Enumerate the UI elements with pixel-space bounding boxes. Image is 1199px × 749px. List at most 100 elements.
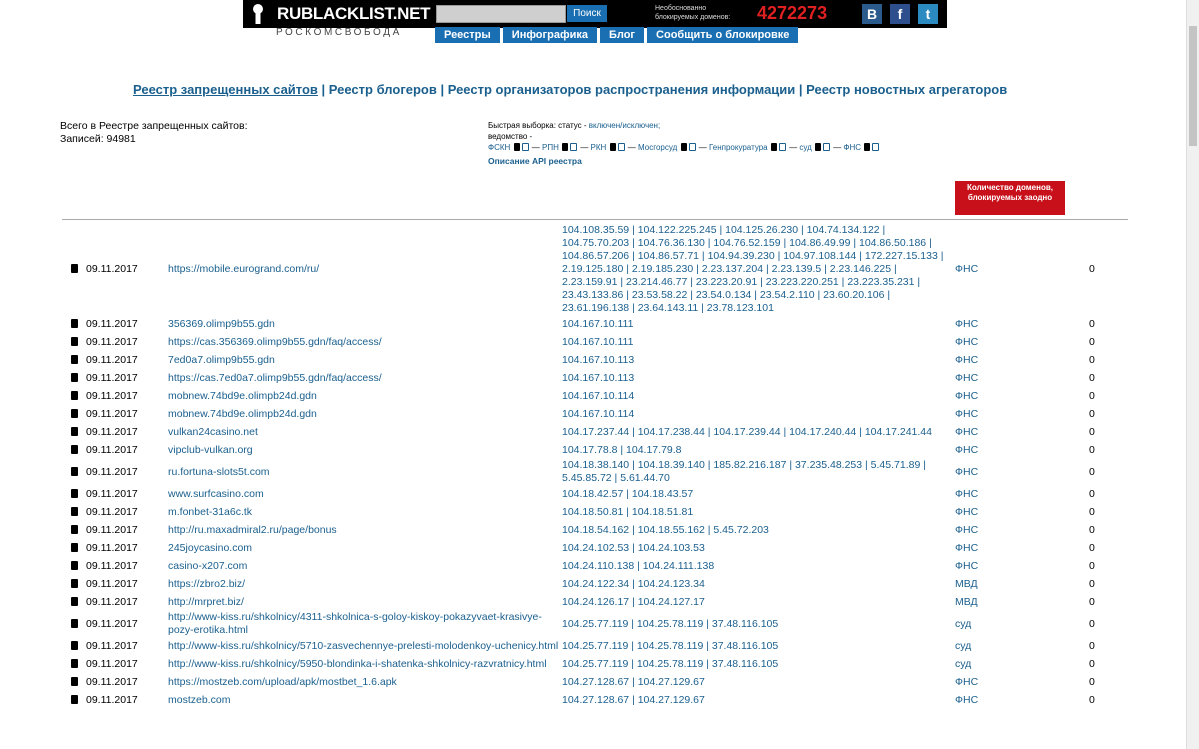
- row-authority[interactable]: ФНС: [955, 390, 978, 402]
- row-ip-list[interactable]: 104.18.50.81 | 104.18.51.81: [562, 506, 693, 518]
- row-ip-list[interactable]: 104.167.10.113: [562, 354, 634, 366]
- row-ip-list[interactable]: 104.167.10.111: [562, 318, 633, 330]
- dept-rkn[interactable]: РКН: [591, 143, 607, 152]
- row-ip-list[interactable]: 104.24.126.17 | 104.24.127.17: [562, 596, 705, 608]
- row-url-link[interactable]: https://mobile.eurogrand.com/ru/: [168, 263, 319, 275]
- scrollbar-thumb[interactable]: [1189, 26, 1197, 146]
- link-banned-sites[interactable]: Реестр запрещенных сайтов: [133, 82, 318, 97]
- search-button[interactable]: Поиск: [567, 5, 607, 22]
- row-url-link[interactable]: https://zbro2.biz/: [168, 578, 245, 590]
- row-ip-list[interactable]: 104.167.10.111: [562, 336, 633, 348]
- row-authority[interactable]: ФНС: [955, 488, 978, 500]
- lock-icon[interactable]: [680, 143, 687, 151]
- dept-mosgorsud[interactable]: Мосгорсуд: [638, 143, 677, 152]
- row-authority[interactable]: ФНС: [955, 694, 978, 706]
- site-logo[interactable]: RUBLACKLIST.NET: [277, 4, 431, 24]
- row-url-link[interactable]: 7ed0a7.olimp9b55.gdn: [168, 354, 275, 366]
- row-authority[interactable]: МВД: [955, 596, 978, 608]
- row-url-link[interactable]: mobnew.74bd9e.olimpb24d.gdn: [168, 408, 317, 420]
- lock-icon[interactable]: [609, 143, 616, 151]
- dept-rpn[interactable]: РПН: [542, 143, 559, 152]
- row-authority[interactable]: суд: [955, 618, 971, 630]
- row-ip-list[interactable]: 104.24.122.34 | 104.24.123.34: [562, 578, 705, 590]
- row-url-link[interactable]: m.fonbet-31a6c.tk: [168, 506, 252, 518]
- row-authority[interactable]: ФНС: [955, 336, 978, 348]
- row-authority[interactable]: МВД: [955, 578, 978, 590]
- row-url-link[interactable]: http://www-kiss.ru/shkolnicy/4311-shkoln…: [168, 611, 542, 636]
- api-description-link[interactable]: Описание API реестра: [488, 156, 582, 166]
- row-ip-list[interactable]: 104.24.102.53 | 104.24.103.53: [562, 542, 705, 554]
- row-authority[interactable]: ФНС: [955, 542, 978, 554]
- lock-icon[interactable]: [513, 143, 520, 151]
- row-url-link[interactable]: http://mrpret.biz/: [168, 596, 244, 608]
- row-url-link[interactable]: 245joycasino.com: [168, 542, 252, 554]
- vk-icon[interactable]: B: [862, 4, 882, 24]
- row-ip-list[interactable]: 104.27.128.67 | 104.27.129.67: [562, 694, 705, 706]
- dept-fskn[interactable]: ФСКН: [488, 143, 510, 152]
- row-url-link[interactable]: www.surfcasino.com: [168, 488, 264, 500]
- row-authority[interactable]: ФНС: [955, 506, 978, 518]
- row-authority[interactable]: ФНС: [955, 372, 978, 384]
- row-ip-list[interactable]: 104.25.77.119 | 104.25.78.119 | 37.48.11…: [562, 618, 778, 630]
- row-url-link[interactable]: http://ru.maxadmiral2.ru/page/bonus: [168, 524, 337, 536]
- row-ip-list[interactable]: 104.24.110.138 | 104.24.111.138: [562, 560, 714, 572]
- row-url-link[interactable]: https://mostzeb.com/upload/apk/mostbet_1…: [168, 676, 397, 688]
- row-ip-list[interactable]: 104.18.54.162 | 104.18.55.162 | 5.45.72.…: [562, 524, 769, 536]
- row-ip-list[interactable]: 104.167.10.114: [562, 408, 634, 420]
- row-authority[interactable]: ФНС: [955, 466, 978, 478]
- row-authority[interactable]: ФНС: [955, 560, 978, 572]
- row-url-link[interactable]: 356369.olimp9b55.gdn: [168, 318, 275, 330]
- row-url-link[interactable]: https://cas.7ed0a7.olimp9b55.gdn/faq/acc…: [168, 372, 382, 384]
- row-authority[interactable]: суд: [955, 658, 971, 670]
- row-url-link[interactable]: vulkan24casino.net: [168, 426, 258, 438]
- unlock-icon[interactable]: [778, 143, 786, 151]
- link-organizers[interactable]: Реестр организаторов распространения инф…: [448, 82, 796, 97]
- nav-report-blocking[interactable]: Сообщить о блокировке: [647, 27, 799, 43]
- row-ip-list[interactable]: 104.167.10.113: [562, 372, 634, 384]
- facebook-icon[interactable]: f: [890, 4, 910, 24]
- row-authority[interactable]: ФНС: [955, 408, 978, 420]
- dept-sud[interactable]: суд: [799, 143, 811, 152]
- row-ip-list[interactable]: 104.25.77.119 | 104.25.78.119 | 37.48.11…: [562, 640, 778, 652]
- row-authority[interactable]: суд: [955, 640, 971, 652]
- dept-fns[interactable]: ФНС: [843, 143, 861, 152]
- row-url-link[interactable]: https://cas.356369.olimp9b55.gdn/faq/acc…: [168, 336, 382, 348]
- nav-blog[interactable]: Блог: [599, 27, 645, 43]
- lock-icon[interactable]: [562, 143, 569, 151]
- nav-registries[interactable]: Реестры: [435, 27, 500, 43]
- row-authority[interactable]: ФНС: [955, 263, 978, 275]
- row-ip-list[interactable]: 104.17.78.8 | 104.17.79.8: [562, 444, 682, 456]
- row-ip-list[interactable]: 104.108.35.59 | 104.122.225.245 | 104.12…: [562, 224, 943, 314]
- twitter-icon[interactable]: t: [918, 4, 938, 24]
- row-ip-list[interactable]: 104.18.42.57 | 104.18.43.57: [562, 488, 693, 500]
- scrollbar[interactable]: [1186, 0, 1199, 749]
- unlock-icon[interactable]: [617, 143, 625, 151]
- lock-icon[interactable]: [864, 143, 871, 151]
- link-bloggers[interactable]: Реестр блогеров: [329, 82, 437, 97]
- row-url-link[interactable]: ru.fortuna-slots5t.com: [168, 466, 270, 478]
- row-url-link[interactable]: casino-x207.com: [168, 560, 247, 572]
- search-input[interactable]: [436, 5, 566, 23]
- row-ip-list[interactable]: 104.18.38.140 | 104.18.39.140 | 185.82.2…: [562, 459, 926, 484]
- unlock-icon[interactable]: [688, 143, 696, 151]
- row-ip-list[interactable]: 104.25.77.119 | 104.25.78.119 | 37.48.11…: [562, 658, 778, 670]
- unlock-icon[interactable]: [872, 143, 880, 151]
- row-authority[interactable]: ФНС: [955, 426, 978, 438]
- unlock-icon[interactable]: [822, 143, 830, 151]
- row-ip-list[interactable]: 104.167.10.114: [562, 390, 634, 402]
- status-filter-link[interactable]: включен/исключен;: [589, 121, 660, 130]
- row-ip-list[interactable]: 104.27.128.67 | 104.27.129.67: [562, 676, 705, 688]
- row-url-link[interactable]: http://www-kiss.ru/shkolnicy/5950-blondi…: [168, 658, 547, 670]
- nav-infographics[interactable]: Инфографика: [502, 27, 597, 43]
- unlock-icon[interactable]: [570, 143, 578, 151]
- lock-icon[interactable]: [814, 143, 821, 151]
- row-authority[interactable]: ФНС: [955, 444, 978, 456]
- row-url-link[interactable]: mobnew.74bd9e.olimpb24d.gdn: [168, 390, 317, 402]
- row-ip-list[interactable]: 104.17.237.44 | 104.17.238.44 | 104.17.2…: [562, 426, 932, 438]
- row-url-link[interactable]: vipclub-vulkan.org: [168, 444, 253, 456]
- row-authority[interactable]: ФНС: [955, 676, 978, 688]
- row-authority[interactable]: ФНС: [955, 318, 978, 330]
- dept-genprokuratura[interactable]: Генпрокуратура: [709, 143, 768, 152]
- link-news-aggregators[interactable]: Реестр новостных агрегаторов: [806, 82, 1007, 97]
- row-url-link[interactable]: mostzeb.com: [168, 694, 230, 706]
